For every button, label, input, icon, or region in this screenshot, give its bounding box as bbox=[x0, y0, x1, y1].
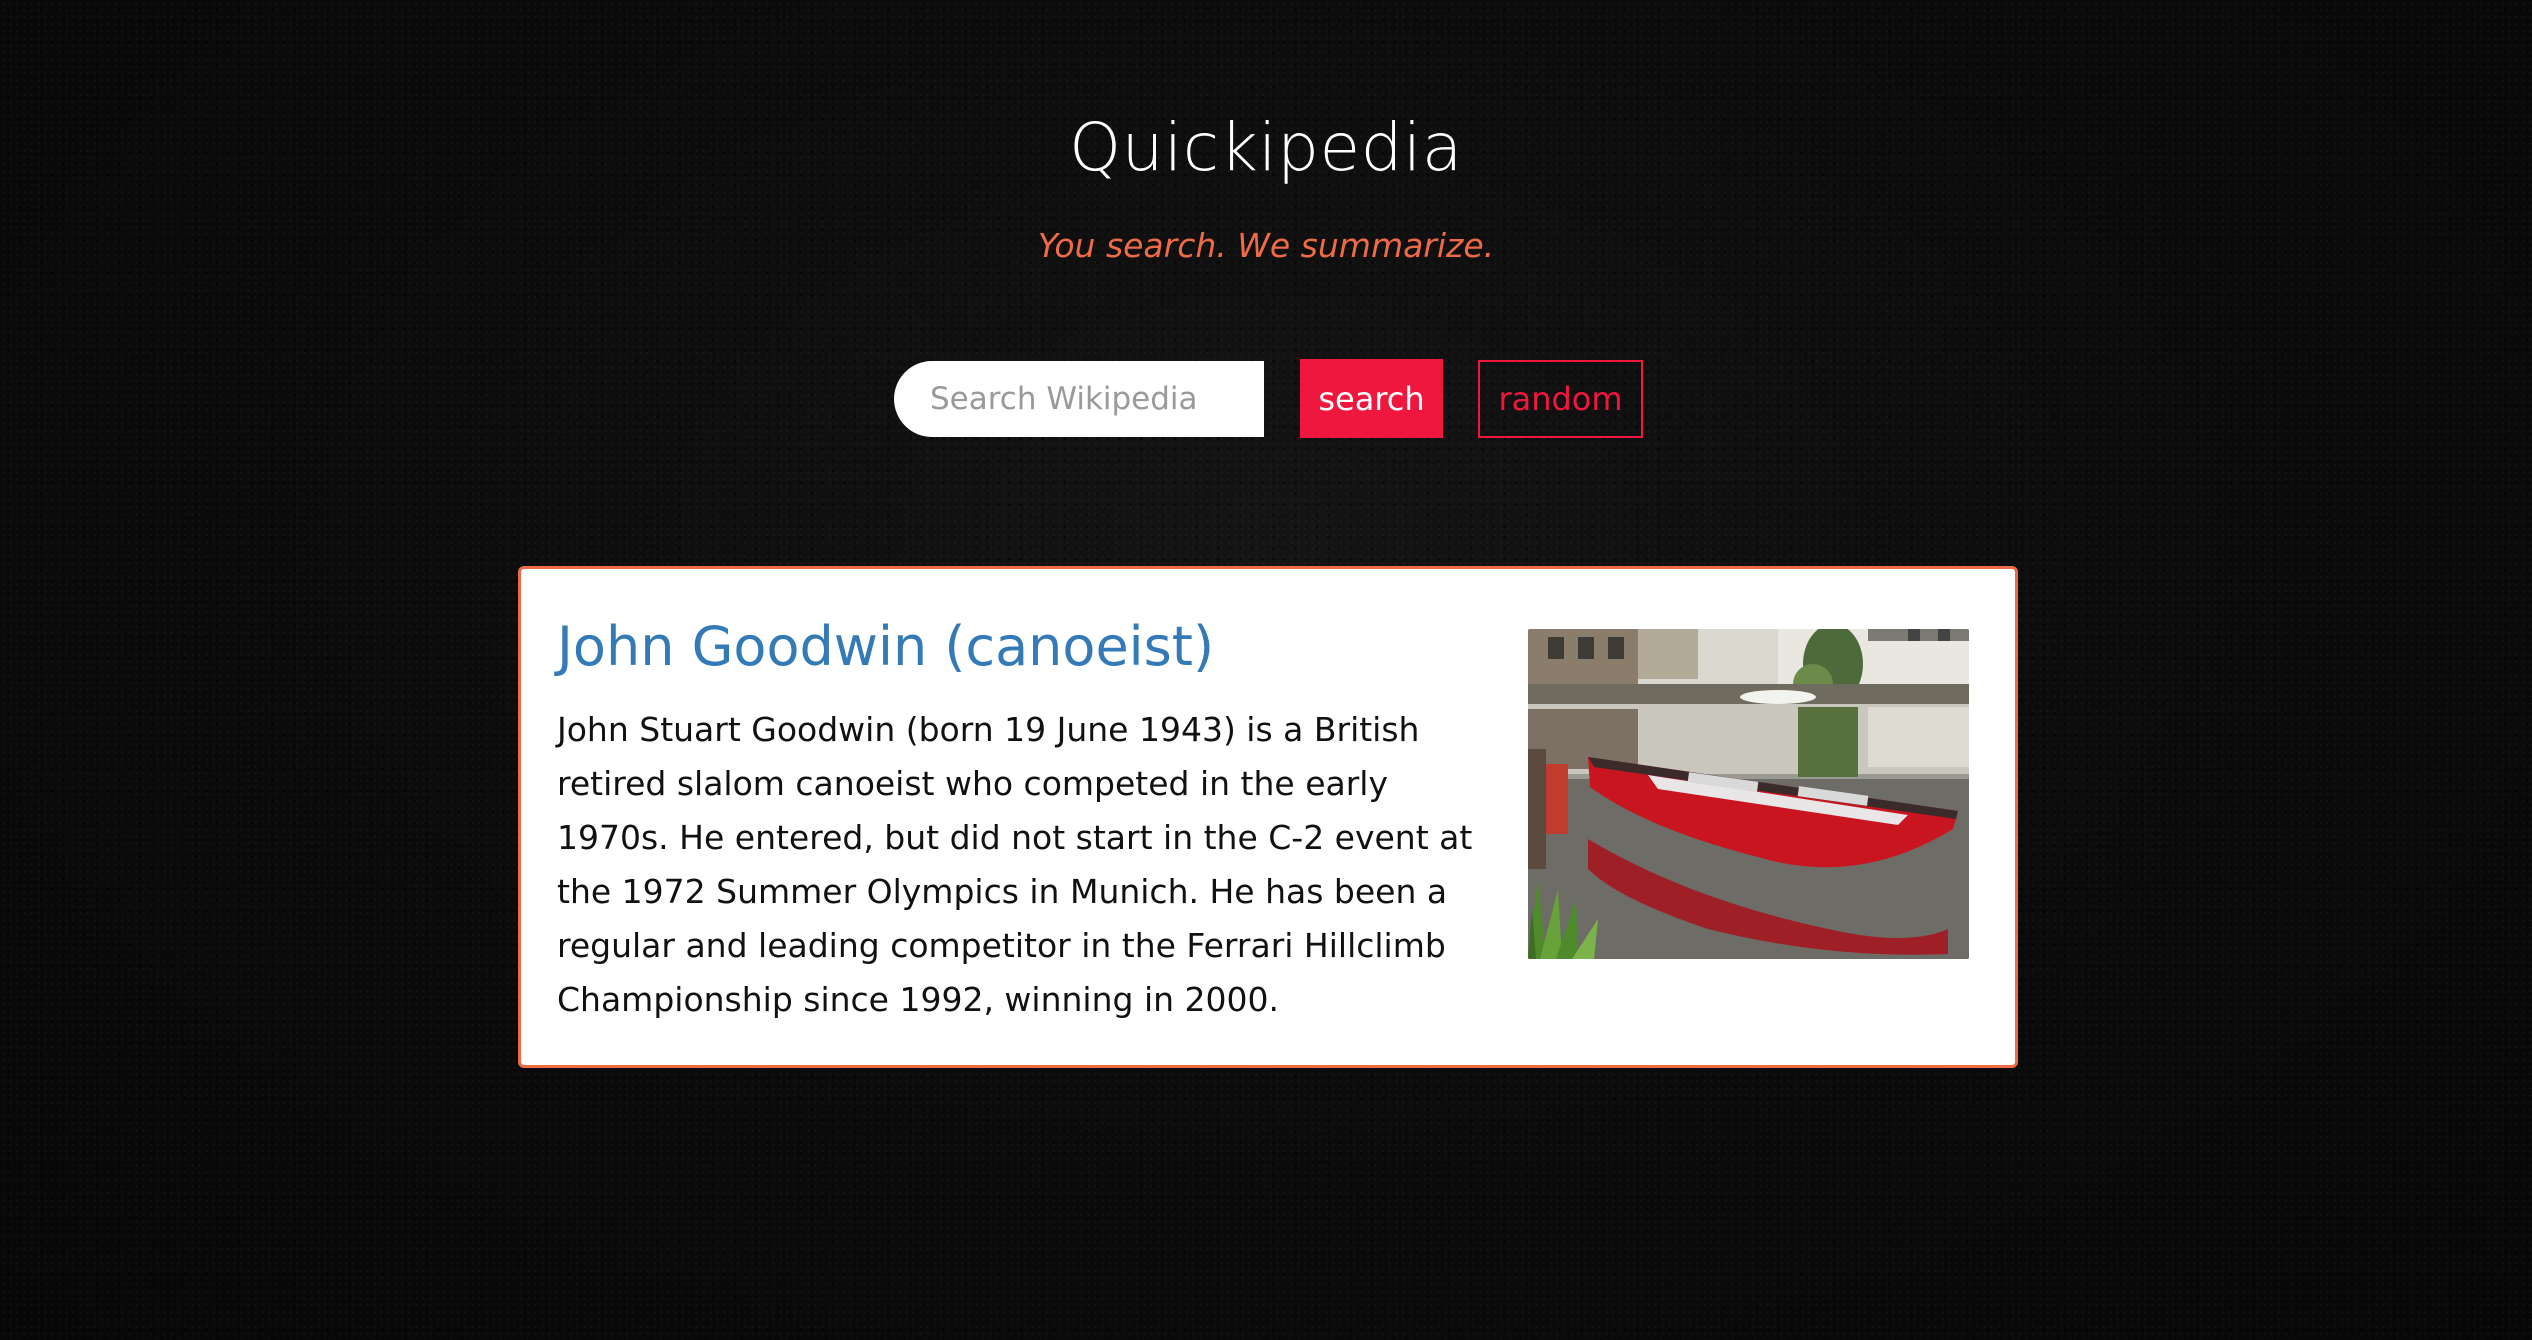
search-input[interactable] bbox=[894, 361, 1264, 437]
site-title: Quickipedia bbox=[1069, 109, 1463, 186]
result-thumbnail-image[interactable] bbox=[1528, 629, 1969, 959]
random-button[interactable]: random bbox=[1478, 360, 1643, 438]
result-card: John Goodwin (canoeist) John Stuart Good… bbox=[518, 566, 2018, 1068]
search-button[interactable]: search bbox=[1300, 359, 1443, 438]
result-title-link[interactable]: John Goodwin (canoeist) bbox=[557, 609, 1214, 685]
canoe-photo bbox=[1528, 629, 1969, 959]
result-summary: John Stuart Goodwin (born 19 June 1943) … bbox=[557, 710, 1473, 1019]
tagline: You search. We summarize. bbox=[1037, 226, 1495, 265]
